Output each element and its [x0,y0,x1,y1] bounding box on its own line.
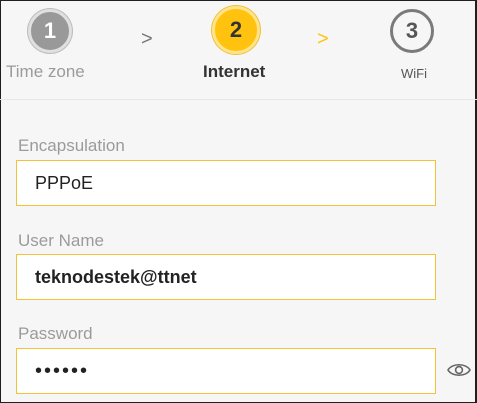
eye-icon[interactable] [447,362,471,378]
password-input[interactable]: •••••• [16,348,436,394]
divider [0,99,477,100]
step-3-label: WiFi [401,66,427,81]
username-input[interactable]: teknodestek@ttnet [16,254,436,300]
encapsulation-label: Encapsulation [18,136,125,155]
chevron-right-icon: > [141,28,153,50]
username-label: User Name [18,231,104,250]
step-1-label: Time zone [6,62,85,81]
chevron-right-icon: > [317,28,329,50]
step-2-label: Internet [203,62,266,81]
step-2-circle[interactable]: 2 [212,6,260,54]
password-label: Password [18,324,93,343]
step-1-circle[interactable]: 1 [28,9,72,53]
step-3-circle[interactable]: 3 [390,9,434,53]
encapsulation-select[interactable]: PPPoE [16,160,436,206]
